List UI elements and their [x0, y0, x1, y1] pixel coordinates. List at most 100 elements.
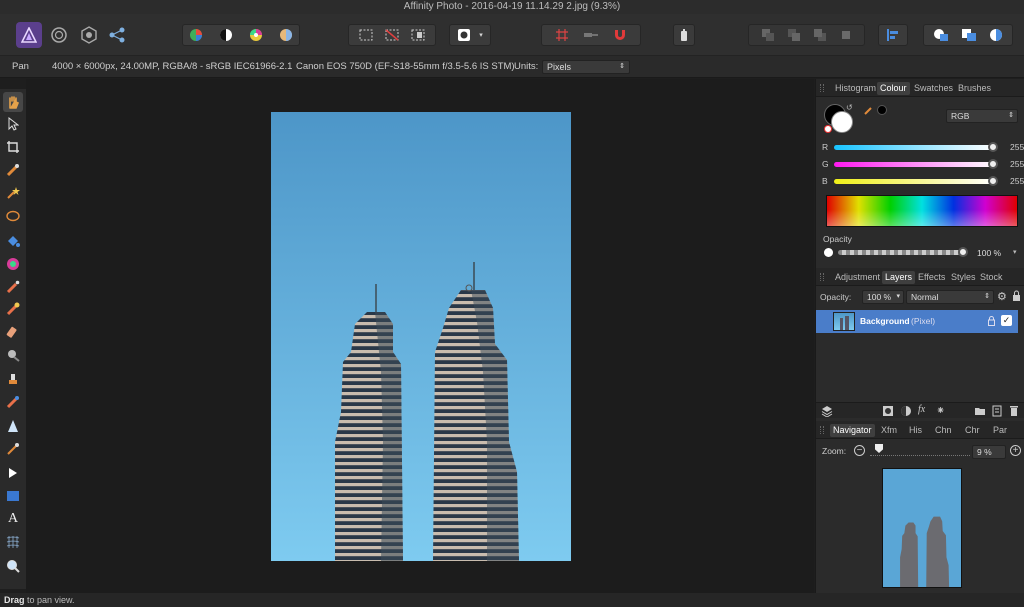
fx-icon[interactable]: fx: [918, 404, 925, 415]
tab-character[interactable]: Chr: [962, 424, 983, 437]
tab-styles[interactable]: Styles: [948, 271, 979, 284]
no-colour-icon[interactable]: [824, 125, 832, 133]
tab-paragraph[interactable]: Par: [990, 424, 1010, 437]
layers-opacity-select[interactable]: 100 % ▾: [862, 290, 904, 304]
eyedropper-icon[interactable]: [864, 105, 874, 118]
panel-grip-icon[interactable]: [820, 273, 824, 281]
move-tool-icon[interactable]: [3, 114, 23, 134]
secondary-colour-swatch[interactable]: [831, 111, 853, 133]
tab-navigator[interactable]: Navigator: [830, 424, 875, 437]
tab-adjustment[interactable]: Adjustment: [832, 271, 883, 284]
mask-layer-icon[interactable]: [882, 405, 894, 420]
view-tool-hand-icon[interactable]: [3, 92, 23, 112]
canvas-area[interactable]: [26, 79, 814, 593]
blur-brush-icon[interactable]: [3, 345, 23, 365]
hsl-icon[interactable]: [249, 28, 263, 42]
clone-brush-icon[interactable]: [3, 369, 23, 389]
tab-histogram[interactable]: Histogram: [832, 82, 879, 95]
colour-picker-icon[interactable]: [3, 254, 23, 274]
tab-history[interactable]: His: [906, 424, 925, 437]
inpainting-brush-icon[interactable]: [3, 392, 23, 412]
white-balance-icon[interactable]: [279, 28, 293, 42]
zoom-slider[interactable]: [870, 447, 970, 456]
layers-stack-icon[interactable]: [821, 405, 833, 420]
move-front-icon[interactable]: [839, 28, 853, 42]
live-filter-icon[interactable]: ⁕: [936, 404, 945, 417]
tab-brushes[interactable]: Brushes: [955, 82, 994, 95]
deselect-icon[interactable]: [385, 28, 399, 42]
liquify-persona-icon[interactable]: [46, 22, 72, 48]
red-slider-knob[interactable]: [988, 142, 998, 152]
subtract-shape-icon[interactable]: [961, 28, 977, 42]
colour-spectrum[interactable]: [826, 195, 1018, 227]
blend-mode-select[interactable]: Normal ⇕: [906, 290, 994, 304]
pen-tool-icon[interactable]: [3, 439, 23, 459]
red-value[interactable]: 255: [1010, 142, 1024, 152]
layer-lock-icon[interactable]: [988, 316, 995, 329]
zoom-value-field[interactable]: 9 %: [972, 445, 1006, 459]
tab-layers[interactable]: Layers: [882, 271, 916, 284]
tab-swatches[interactable]: Swatches: [911, 82, 956, 95]
colour-model-select[interactable]: RGB ⇕: [946, 109, 1018, 123]
layer-visibility-checkbox[interactable]: ✓: [1001, 315, 1012, 326]
photo-persona-icon[interactable]: [16, 22, 42, 48]
colour-wheel-icon[interactable]: [189, 28, 203, 42]
move-back-icon[interactable]: [761, 28, 775, 42]
red-slider[interactable]: [834, 145, 994, 150]
document-image[interactable]: [271, 112, 571, 561]
chevron-down-icon[interactable]: ▾: [1013, 248, 1017, 256]
add-layer-icon[interactable]: [992, 405, 1002, 420]
snapping-magnet-icon[interactable]: [613, 28, 627, 42]
erase-brush-icon[interactable]: [3, 322, 23, 342]
invert-selection-icon[interactable]: [411, 28, 425, 42]
delete-layer-icon[interactable]: [1009, 405, 1019, 420]
add-group-icon[interactable]: [974, 406, 986, 419]
opacity-slider-knob[interactable]: [958, 247, 968, 257]
zoom-out-icon[interactable]: −: [854, 445, 865, 456]
node-tool-icon[interactable]: [3, 463, 23, 483]
swap-colours-icon[interactable]: ↺: [846, 103, 853, 112]
zoom-in-icon[interactable]: +: [1010, 445, 1021, 456]
tab-stock[interactable]: Stock: [977, 271, 1006, 284]
rectangle-tool-icon[interactable]: [3, 486, 23, 506]
marquee-tool-icon[interactable]: [3, 206, 23, 226]
opacity-slider[interactable]: [838, 250, 962, 255]
crop-tool-icon[interactable]: [3, 137, 23, 157]
tab-channels[interactable]: Chn: [932, 424, 955, 437]
sharpen-tool-icon[interactable]: [3, 416, 23, 436]
selection-brush-icon[interactable]: [3, 160, 23, 180]
develop-persona-icon[interactable]: [76, 22, 102, 48]
navigator-preview[interactable]: [882, 468, 962, 588]
snapping-grid-icon[interactable]: [555, 28, 569, 42]
green-slider-knob[interactable]: [988, 159, 998, 169]
transform-align-icon[interactable]: [583, 29, 599, 41]
lock-icon[interactable]: [1012, 290, 1021, 304]
paint-brush-icon[interactable]: [3, 277, 23, 297]
zoom-tool-icon[interactable]: [3, 556, 23, 576]
export-persona-icon[interactable]: [104, 22, 130, 48]
blue-value[interactable]: 255: [1010, 176, 1024, 186]
layer-row-background[interactable]: Background (Pixel) ✓: [816, 310, 1018, 333]
move-backward-icon[interactable]: [787, 28, 801, 42]
colour-opacity-value[interactable]: 100 %: [977, 248, 1001, 258]
black-white-icon[interactable]: [219, 28, 233, 42]
blue-slider-knob[interactable]: [988, 176, 998, 186]
blue-slider[interactable]: [834, 179, 994, 184]
units-select[interactable]: Pixels ⇕: [542, 60, 630, 74]
panel-grip-icon[interactable]: [820, 84, 824, 92]
intersect-shape-icon[interactable]: [989, 28, 1003, 42]
assistant-button[interactable]: [673, 24, 695, 46]
tab-effects[interactable]: Effects: [915, 271, 948, 284]
mesh-warp-icon[interactable]: [3, 532, 23, 552]
tab-colour[interactable]: Colour: [877, 82, 910, 95]
green-slider[interactable]: [834, 162, 994, 167]
marquee-select-icon[interactable]: [359, 28, 373, 42]
gear-icon[interactable]: ⚙: [997, 290, 1007, 303]
green-value[interactable]: 255: [1010, 159, 1024, 169]
tab-transform[interactable]: Xfm: [878, 424, 900, 437]
flood-select-icon[interactable]: [3, 183, 23, 203]
flood-fill-icon[interactable]: [3, 231, 23, 251]
move-forward-icon[interactable]: [813, 28, 827, 42]
panel-grip-icon[interactable]: [820, 426, 824, 434]
adjustment-layer-icon[interactable]: [900, 405, 912, 420]
